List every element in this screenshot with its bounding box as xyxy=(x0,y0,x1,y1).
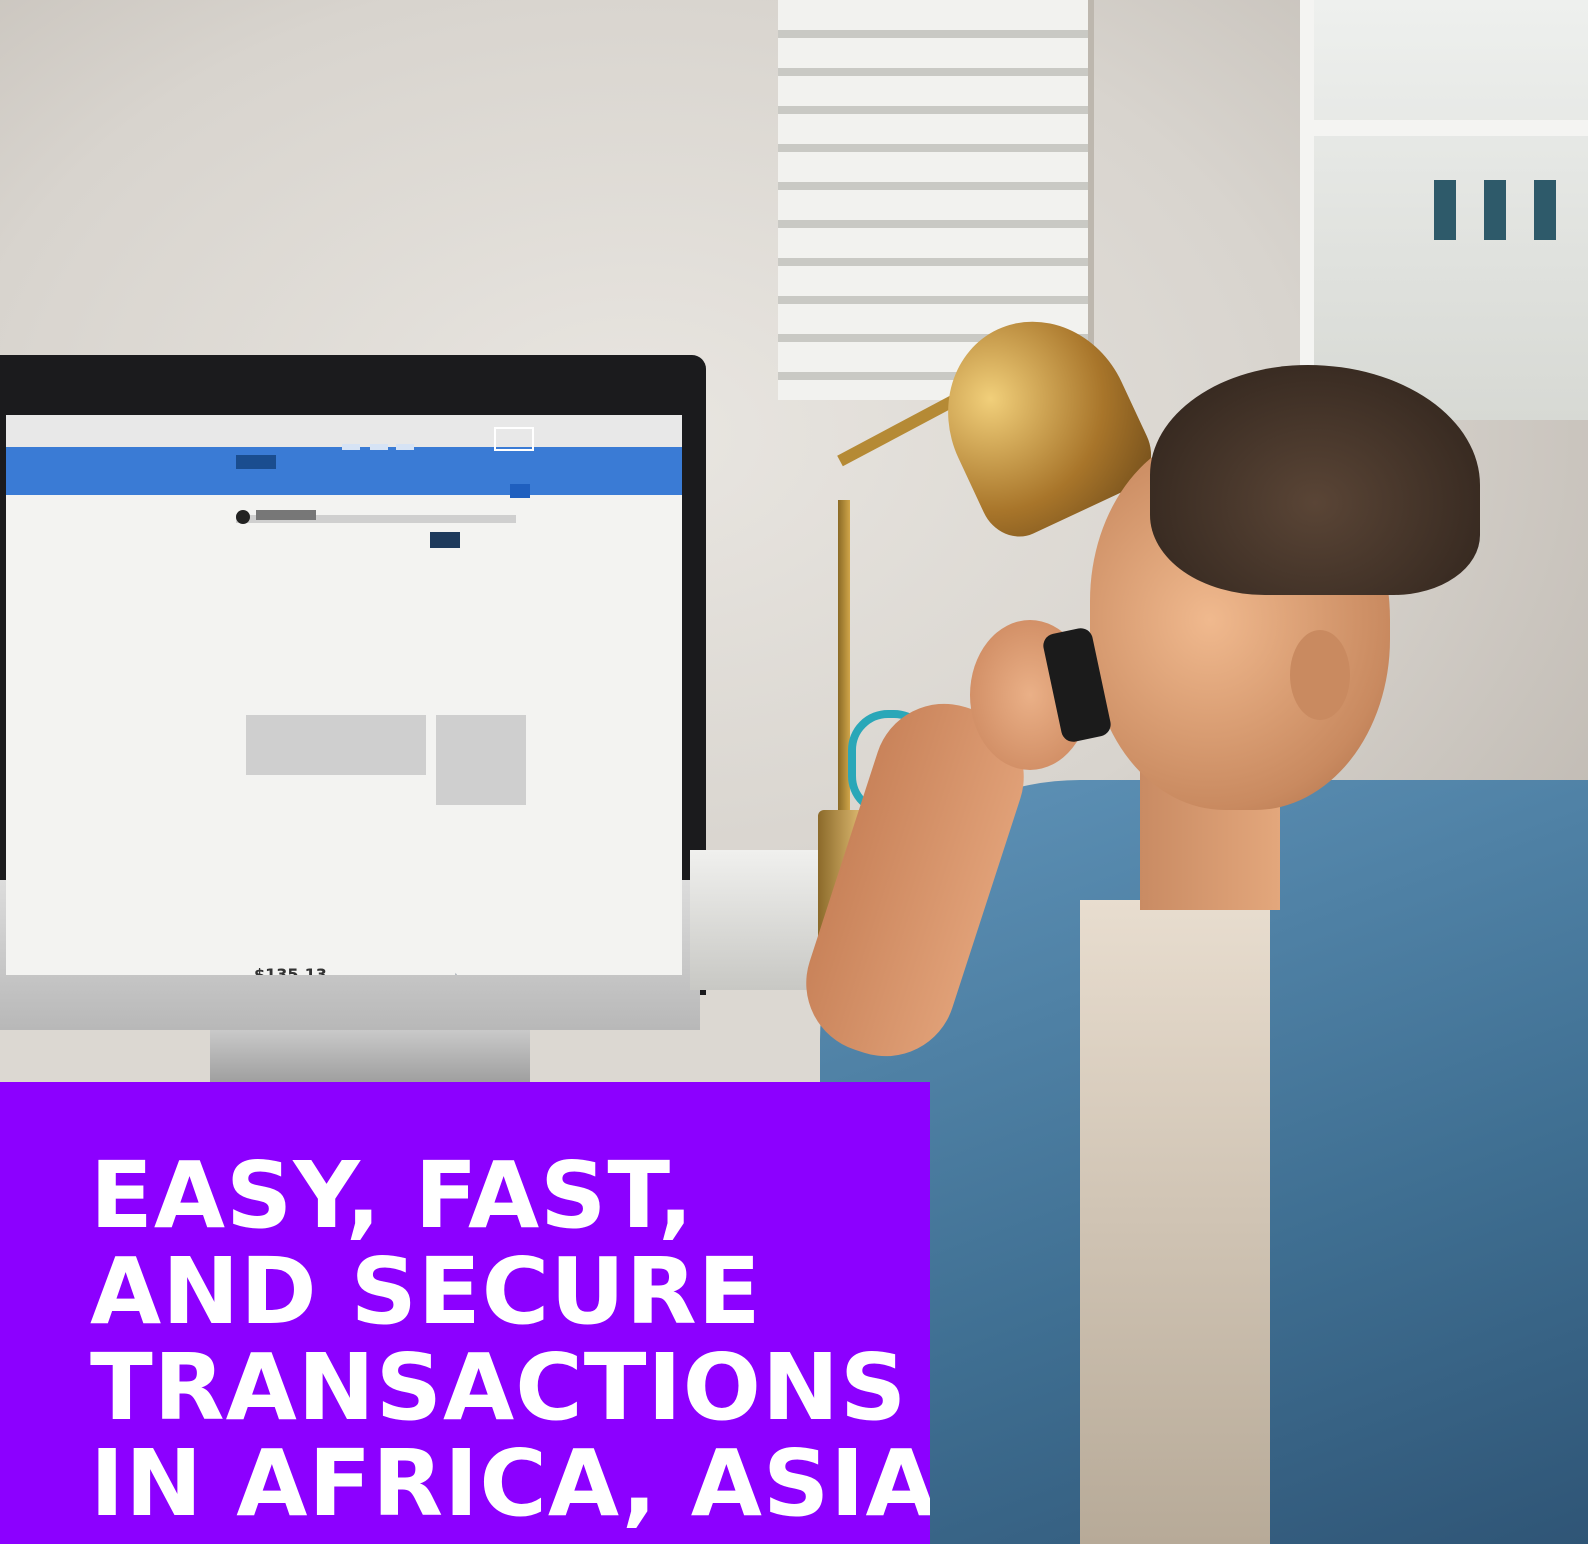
building-window xyxy=(1534,180,1556,240)
building-window xyxy=(1434,180,1456,240)
site-logo xyxy=(236,455,276,469)
ethereum-icon xyxy=(236,510,250,524)
buy-button xyxy=(510,484,530,498)
site-header xyxy=(6,447,682,495)
headline-line: EASY, FAST, xyxy=(90,1142,695,1249)
headline-line: IN AFRICA, ASIA, xyxy=(90,1430,930,1537)
browser-toolbar xyxy=(6,415,682,447)
asset-title-placeholder xyxy=(256,510,316,520)
headline-line: AND SECURE xyxy=(90,1238,762,1345)
about-section-placeholder xyxy=(246,715,426,775)
chart-tooltip xyxy=(430,532,460,548)
price-chart xyxy=(455,972,457,975)
monitor-screen: $135.13 xyxy=(6,415,682,975)
assets-list-placeholder xyxy=(436,715,526,805)
person-ear xyxy=(1290,630,1350,720)
signup-button xyxy=(494,427,534,451)
nav-link xyxy=(342,444,360,450)
nav-link xyxy=(396,444,414,450)
building-window xyxy=(1484,180,1506,240)
headline-line: TRANSACTIONS xyxy=(90,1334,908,1441)
headline: EASY, FAST, AND SECURE TRANSACTIONS IN A… xyxy=(90,1148,930,1532)
person-undershirt xyxy=(1080,900,1270,1544)
headline-panel: EASY, FAST, AND SECURE TRANSACTIONS IN A… xyxy=(0,1082,930,1544)
window-frame-bar xyxy=(1314,120,1588,136)
window xyxy=(1300,0,1588,420)
monitor-stand xyxy=(210,1030,530,1085)
nav-link xyxy=(370,444,388,450)
